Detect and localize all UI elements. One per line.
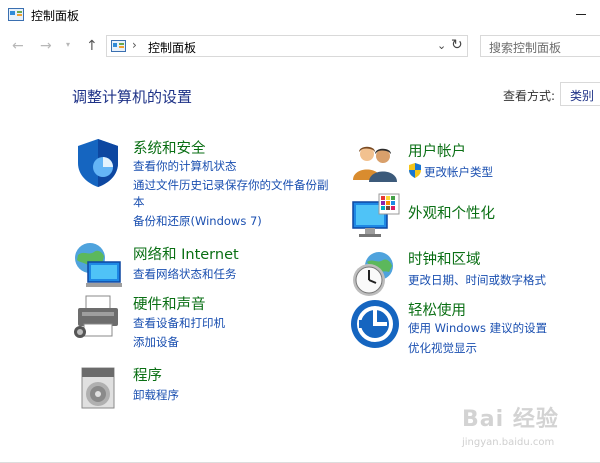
view-by-label: 查看方式: bbox=[503, 89, 556, 103]
category-system-security[interactable]: 系统和安全 bbox=[133, 137, 206, 158]
search-input[interactable]: 搜索控制面板 bbox=[480, 35, 600, 57]
link-uninstall-program[interactable]: 卸载程序 bbox=[133, 387, 179, 403]
up-arrow-icon[interactable]: ↑ bbox=[86, 39, 98, 53]
link-recommended-settings[interactable]: 使用 Windows 建议的设置 bbox=[408, 320, 547, 336]
control-panel-icon bbox=[111, 40, 126, 52]
view-by-value: 类别 bbox=[570, 89, 595, 103]
watermark-url: jingyan.baidu.com bbox=[462, 437, 555, 448]
link-add-device[interactable]: 添加设备 bbox=[133, 334, 179, 350]
ease-of-access-icon[interactable] bbox=[349, 298, 401, 350]
category-programs[interactable]: 程序 bbox=[133, 364, 162, 385]
link-change-date-time-format[interactable]: 更改日期、时间或数字格式 bbox=[408, 272, 546, 288]
view-by-dropdown[interactable]: 类别 bbox=[560, 82, 600, 106]
programs-icon[interactable] bbox=[72, 362, 124, 414]
users-icon[interactable] bbox=[349, 140, 401, 192]
back-arrow-icon[interactable]: ← bbox=[12, 39, 24, 53]
window-title: 控制面板 bbox=[31, 9, 80, 23]
watermark-logo: Bai 经验 jingyan.baidu.com bbox=[450, 395, 600, 457]
chevron-down-icon[interactable]: ⌄ bbox=[437, 39, 446, 52]
monitor-palette-icon[interactable] bbox=[349, 192, 401, 244]
category-ease-of-access[interactable]: 轻松使用 bbox=[408, 299, 466, 320]
search-placeholder: 搜索控制面板 bbox=[489, 41, 562, 55]
navigation-bar: ← → ▾ ↑ › 控制面板 ⌄ ↻ 搜索控制面板 bbox=[0, 30, 600, 64]
shield-icon[interactable] bbox=[72, 137, 124, 189]
forward-arrow-icon[interactable]: → bbox=[40, 39, 52, 53]
link-network-status[interactable]: 查看网络状态和任务 bbox=[133, 266, 237, 282]
uac-shield-icon bbox=[409, 163, 421, 178]
breadcrumb-separator-icon: › bbox=[132, 38, 137, 52]
link-backup-restore[interactable]: 备份和还原(Windows 7) bbox=[133, 213, 262, 229]
category-hardware-sound[interactable]: 硬件和声音 bbox=[133, 293, 206, 314]
category-appearance-personalization[interactable]: 外观和个性化 bbox=[408, 202, 495, 223]
refresh-icon[interactable]: ↻ bbox=[451, 37, 463, 53]
recent-locations-chevron-icon[interactable]: ▾ bbox=[66, 40, 70, 49]
watermark-text: Bai 经验 bbox=[462, 407, 559, 432]
globe-network-icon[interactable] bbox=[72, 240, 124, 292]
link-view-computer-status[interactable]: 查看你的计算机状态 bbox=[133, 158, 237, 174]
link-devices-printers[interactable]: 查看设备和打印机 bbox=[133, 315, 225, 331]
control-panel-icon bbox=[8, 8, 24, 21]
minimize-button[interactable] bbox=[568, 0, 600, 30]
clock-globe-icon[interactable] bbox=[349, 248, 401, 300]
address-bar[interactable]: › 控制面板 ⌄ ↻ bbox=[106, 35, 468, 57]
link-file-history-backup[interactable]: 通过文件历史记录保存你的文件备份副 bbox=[133, 177, 329, 193]
page-title: 调整计算机的设置 bbox=[72, 88, 193, 106]
link-change-account-type[interactable]: 更改帐户类型 bbox=[424, 164, 493, 180]
category-user-accounts[interactable]: 用户帐户 bbox=[408, 140, 466, 161]
category-network-internet[interactable]: 网络和 Internet bbox=[133, 243, 239, 264]
printer-icon[interactable] bbox=[72, 292, 124, 344]
category-clock-region[interactable]: 时钟和区域 bbox=[408, 248, 481, 269]
breadcrumb[interactable]: 控制面板 bbox=[148, 39, 196, 56]
link-file-history-backup-wrap[interactable]: 本 bbox=[133, 194, 145, 210]
link-optimize-visual-display[interactable]: 优化视觉显示 bbox=[408, 340, 477, 356]
title-bar: 控制面板 bbox=[0, 0, 600, 30]
